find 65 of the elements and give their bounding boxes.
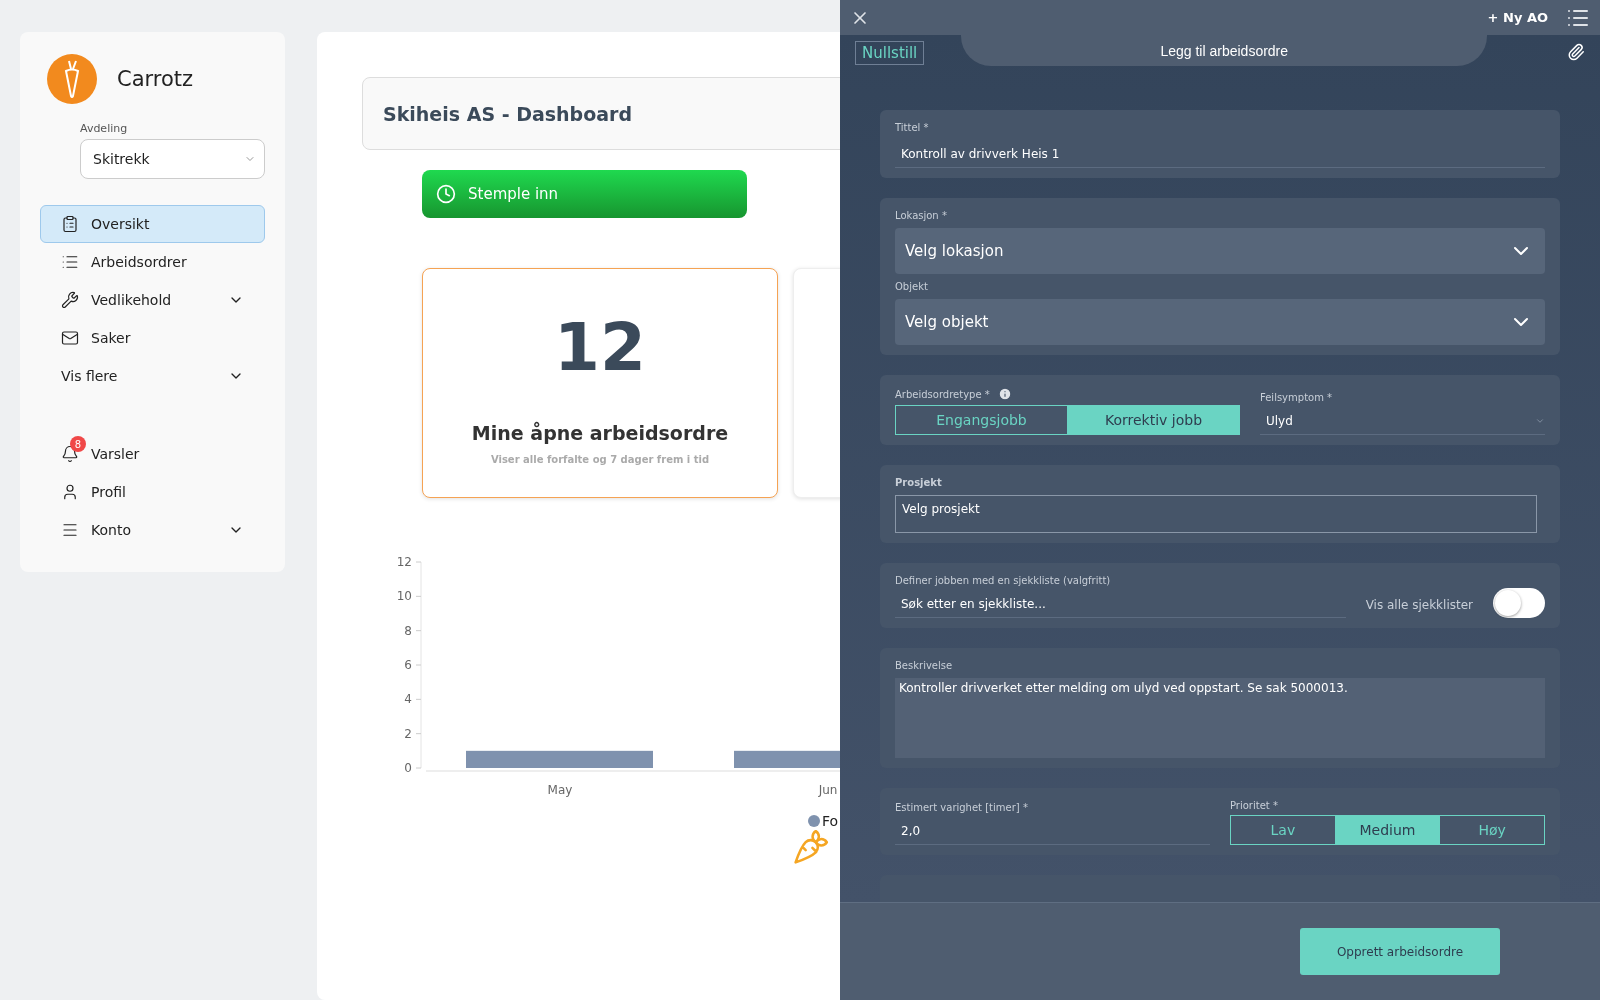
toggle-label: Vis alle sjekklister: [1365, 598, 1473, 612]
mail-icon: [61, 329, 79, 347]
carrot-logo-icon: [47, 54, 97, 104]
axis-tick-label: 8: [404, 623, 412, 638]
user-icon: [61, 483, 79, 501]
department-select[interactable]: Skitrekk: [80, 139, 265, 179]
field-label: Definer jobben med en sjekkliste (valgfritt): [895, 575, 1112, 586]
legend-dot: [808, 815, 820, 827]
nav-item[interactable]: Oversikt: [40, 205, 265, 243]
list-icon: [61, 253, 79, 271]
title-field[interactable]: Kontroll av drivverk Heis 1: [895, 140, 1545, 168]
clock-icon: [436, 184, 456, 204]
field-label: Objekt: [895, 281, 929, 292]
nav-item[interactable]: Vis flere: [40, 357, 265, 395]
legend-label: Fo: [822, 813, 839, 829]
paperclip-icon[interactable]: [1567, 43, 1585, 61]
object-select[interactable]: Velg objekt: [895, 299, 1545, 345]
axis-category-label: Jun: [818, 783, 838, 797]
carrot-icon: [792, 828, 830, 866]
nav-item[interactable]: Saker: [40, 319, 265, 357]
description-field[interactable]: Kontroller drivverket etter melding om ulyd ved oppstart. Se sak 5000013.: [895, 678, 1545, 758]
segment-option[interactable]: Høy: [1440, 816, 1544, 844]
axis-tick-label: 10: [396, 589, 412, 604]
nav-item[interactable]: Konto: [40, 511, 265, 549]
location-select[interactable]: Velg lokasjon: [895, 228, 1545, 274]
field-label: Lokasjon *: [895, 210, 948, 221]
duration-field[interactable]: 2,0: [895, 817, 1210, 845]
submit-button[interactable]: Opprett arbeidsordre: [1300, 928, 1500, 975]
field-label: Feilsymptom *: [1260, 392, 1334, 403]
symptom-select[interactable]: Ulyd: [1260, 407, 1545, 435]
axis-category-label: May: [547, 783, 573, 797]
axis-tick-label: 2: [404, 726, 412, 741]
axis-tick-label: 0: [404, 761, 412, 775]
panel-title: Legg til arbeidsordre: [961, 35, 1488, 66]
checklist-search-field[interactable]: Søk etter en sjekkliste...: [895, 590, 1346, 618]
nav-item[interactable]: Profil: [40, 473, 265, 511]
clipboard-icon: [61, 215, 79, 233]
nav-item[interactable]: Arbeidsordrer: [40, 243, 265, 281]
info-icon[interactable]: [997, 387, 1012, 401]
project-field[interactable]: Velg prosjekt: [895, 495, 1537, 533]
menu-icon: [61, 521, 79, 539]
field-label: Prioritet *: [1230, 800, 1279, 811]
axis-tick-label: 4: [404, 692, 412, 707]
axis-tick-label: 6: [404, 658, 412, 672]
stat-value: 12: [554, 309, 646, 386]
field-label: Tittel *: [895, 122, 930, 133]
notification-badge: 8: [70, 436, 86, 452]
field-label: Prosjekt: [895, 477, 943, 488]
nav-item[interactable]: Vedlikehold: [40, 281, 265, 319]
new-order-button[interactable]: + Ny AO: [1481, 9, 1554, 26]
stat-title: Mine åpne arbeidsordre: [471, 422, 729, 444]
toggle-switch[interactable]: [1493, 588, 1545, 618]
field-label: Estimert varighet [timer] *: [895, 802, 1029, 813]
brand-name: Carrotz: [117, 67, 194, 91]
axis-tick-label: 12: [396, 555, 412, 569]
reset-button[interactable]: Nullstill: [855, 41, 925, 65]
wrench-icon: [61, 291, 79, 309]
segment-option[interactable]: Lav: [1231, 816, 1336, 844]
field-label: Beskrivelse: [895, 660, 954, 671]
nav-item[interactable]: 8 Varsler: [40, 435, 265, 473]
department-label: Avdeling: [80, 122, 129, 135]
field-label: Arbeidsordretype *: [895, 388, 990, 400]
stat-subtitle: Viser alle forfalte og 7 dager frem i tid: [490, 454, 710, 465]
segment-option[interactable]: Korrektiv jobb: [1068, 406, 1239, 434]
segment-option[interactable]: Medium: [1335, 816, 1441, 844]
